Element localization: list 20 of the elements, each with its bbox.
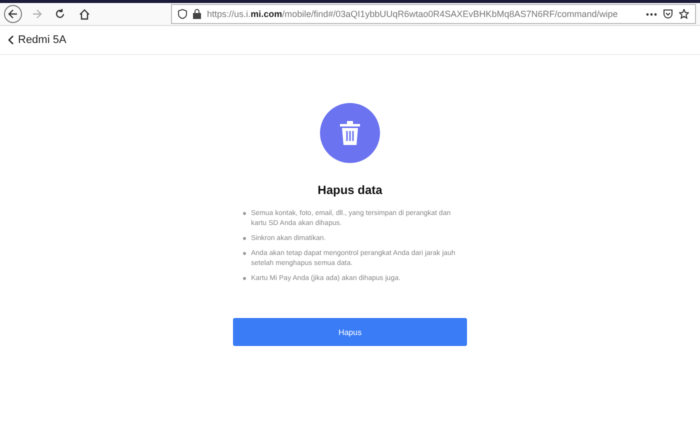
bullet-icon	[243, 277, 246, 280]
bullet-icon	[243, 237, 246, 240]
url-text: https://us.i.mi.com/mobile/find#/03aQI1ybbUUqR6wtao0R4SAXEvBHKbMq8AS7N6RF/command/wipe	[207, 9, 619, 19]
address-bar[interactable]: https://us.i.mi.com/mobile/find#/03aQI1ybbUUqR6wtao0R4SAXEvBHKbMq8AS7N6RF/command/wipe	[171, 4, 696, 24]
pocket-icon[interactable]	[662, 9, 673, 19]
back-button[interactable]	[4, 5, 22, 23]
reload-icon	[55, 9, 66, 19]
home-icon	[78, 8, 90, 20]
shield-icon	[178, 9, 188, 19]
chevron-left-icon	[8, 35, 14, 45]
back-arrow-icon	[8, 9, 18, 19]
bullet-icon	[243, 212, 246, 215]
delete-button[interactable]: Hapus	[233, 318, 467, 346]
more-icon[interactable]	[646, 12, 657, 16]
star-icon[interactable]	[678, 9, 689, 19]
bullet-icon	[243, 252, 246, 255]
dialog-title: Hapus data	[318, 183, 382, 197]
back-link[interactable]: Redmi 5A	[8, 34, 66, 46]
lock-icon	[193, 9, 202, 19]
forward-arrow-icon	[32, 9, 42, 19]
